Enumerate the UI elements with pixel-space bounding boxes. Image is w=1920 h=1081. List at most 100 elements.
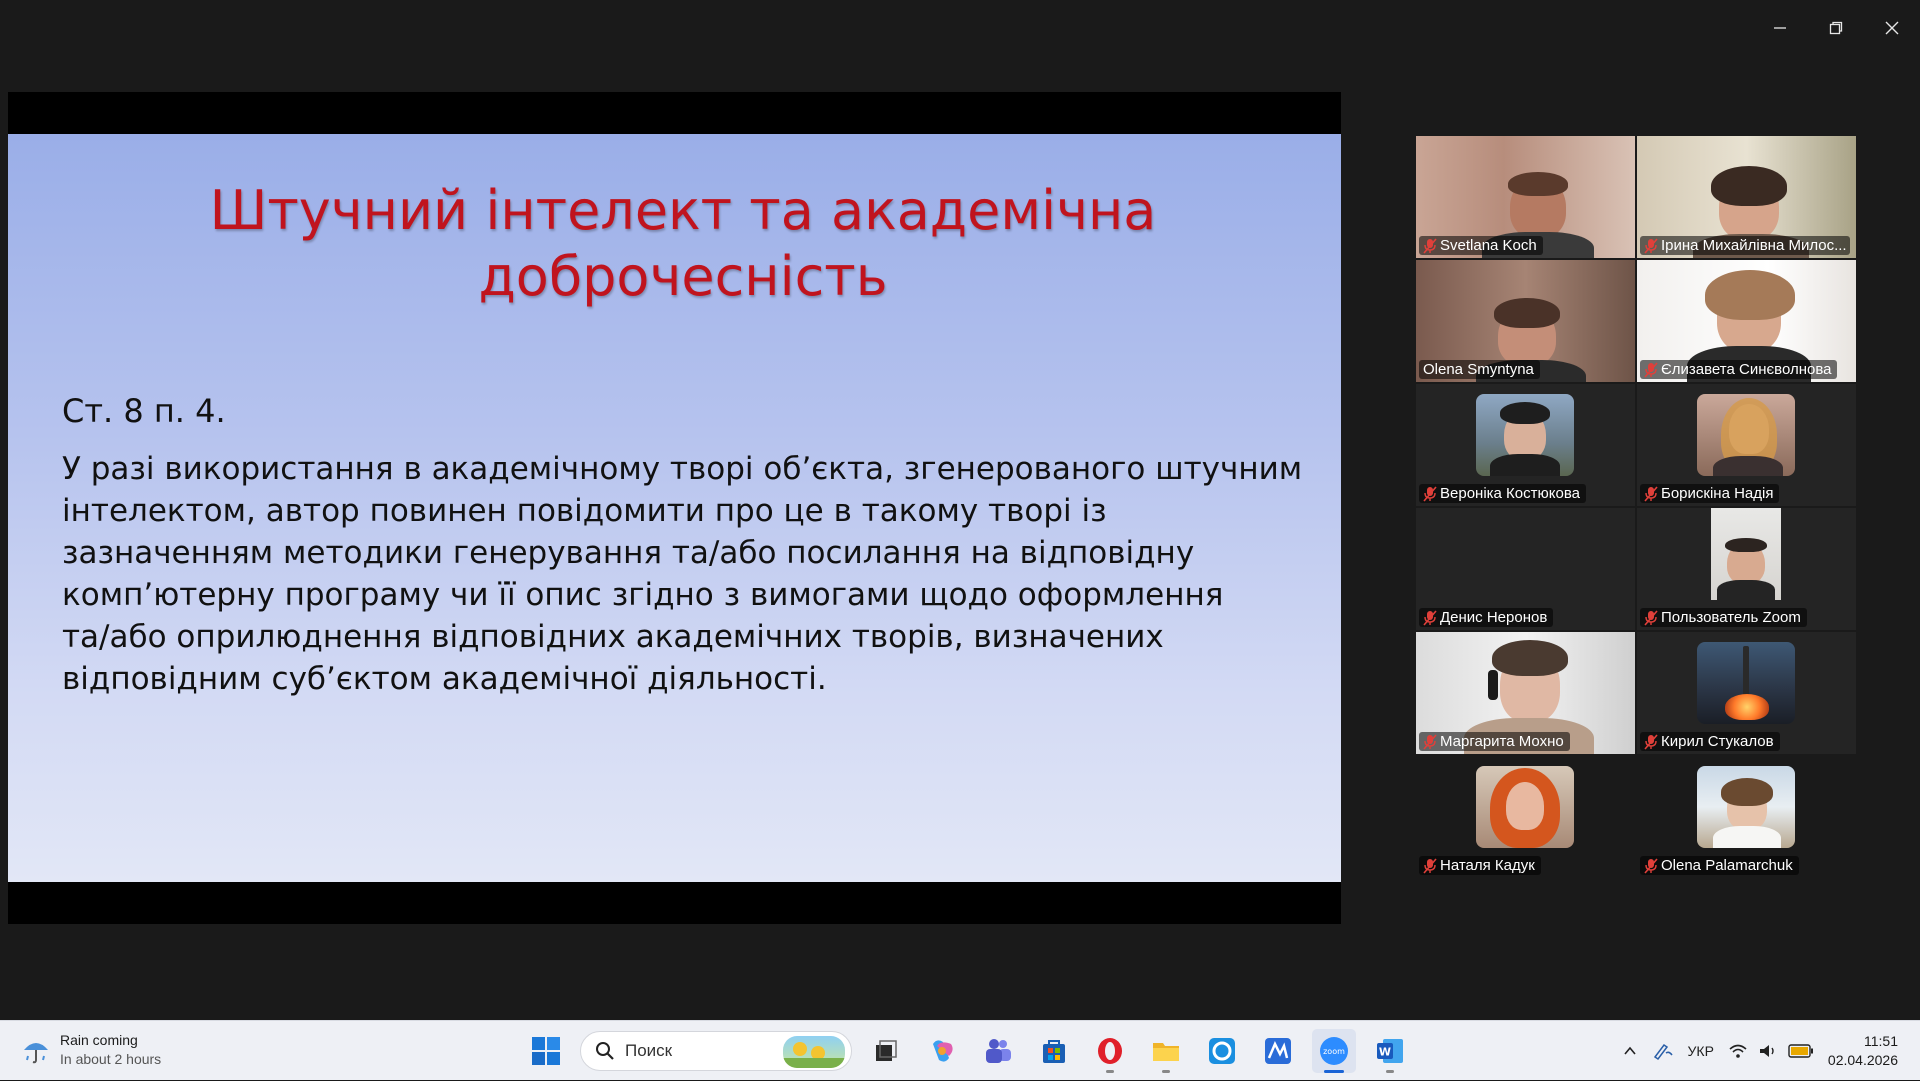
slide-body-line: відповідним суб’єктом академічної діяльн… — [62, 661, 827, 697]
slide-title-line-1: Штучний інтелект та академічна — [209, 179, 1157, 242]
zoom-app[interactable]: zoom — [1312, 1029, 1356, 1073]
slide-body-line: комп’ютерну програму чи її опис згідно з… — [62, 577, 1224, 613]
participant-tile[interactable]: Денис Неронов — [1416, 508, 1635, 630]
word-app[interactable]: W — [1368, 1029, 1412, 1073]
participant-name-plate: Вероніка Костюкова — [1419, 484, 1586, 503]
circle-app-icon — [1209, 1038, 1235, 1064]
mic-muted-icon — [1644, 485, 1658, 502]
restore-button[interactable] — [1808, 0, 1864, 56]
participant-name: Борискіна Надія — [1661, 485, 1774, 502]
participant-tile[interactable]: Єлизавета Синєволнова — [1637, 260, 1856, 382]
participant-video — [1476, 394, 1574, 476]
show-hidden-icons-button[interactable] — [1622, 1043, 1638, 1059]
weather-text: Rain coming In about 2 hours — [60, 1031, 161, 1069]
participant-tile[interactable]: Маргарита Мохно — [1416, 632, 1635, 754]
store-icon — [1043, 1040, 1065, 1063]
search-icon — [596, 1042, 614, 1060]
mic-muted-icon — [1423, 485, 1437, 502]
search-highlight-image — [783, 1036, 845, 1068]
participant-video — [1697, 642, 1795, 724]
slide-title: Штучний інтелект та академічна доброчесн… — [48, 178, 1318, 310]
participant-video — [1476, 766, 1574, 848]
taskbar-search[interactable]: Поиск — [580, 1031, 852, 1071]
participant-tile[interactable]: Борискіна Надія — [1637, 384, 1856, 506]
mic-muted-icon — [1423, 237, 1437, 254]
mic-muted-icon — [1644, 857, 1658, 874]
window-controls — [1752, 0, 1920, 56]
mathpix-app[interactable] — [1256, 1029, 1300, 1073]
cortana-app[interactable] — [1200, 1029, 1244, 1073]
participant-name-plate: Olena Palamarchuk — [1640, 856, 1799, 875]
participant-name-plate: Кирил Стукалов — [1640, 732, 1780, 751]
restore-icon — [1829, 21, 1843, 35]
fire-icon — [1725, 694, 1769, 720]
pen-icon — [1653, 1043, 1673, 1061]
file-explorer-app[interactable] — [1144, 1029, 1188, 1073]
participant-video — [1697, 766, 1795, 848]
mathpix-icon — [1265, 1038, 1291, 1064]
participant-tile[interactable]: Наталя Кадук — [1416, 756, 1635, 878]
task-view-icon — [876, 1040, 897, 1061]
svg-text:zoom: zoom — [1323, 1047, 1345, 1056]
participant-name-plate: Єлизавета Синєволнова — [1640, 360, 1838, 379]
participant-tile[interactable]: Olena Palamarchuk — [1637, 756, 1856, 878]
opera-icon — [1098, 1038, 1122, 1064]
folder-icon — [1153, 1043, 1179, 1061]
participant-name-plate: Маргарита Мохно — [1419, 732, 1570, 751]
participant-tile[interactable]: Кирил Стукалов — [1637, 632, 1856, 754]
mic-muted-icon — [1644, 609, 1658, 626]
participant-tile-active-speaker[interactable]: Olena Smyntyna — [1416, 260, 1635, 382]
copilot-icon — [933, 1040, 953, 1062]
network-volume-battery[interactable] — [1728, 1043, 1814, 1059]
clock-date: 02.04.2026 — [1827, 1052, 1898, 1068]
teams-app[interactable] — [976, 1029, 1020, 1073]
participant-tile[interactable]: Svetlana Koch — [1416, 136, 1635, 258]
slide-body: У разі використання в академічному творі… — [62, 448, 1312, 700]
participant-hair — [1721, 778, 1773, 806]
mic-muted-icon — [1644, 361, 1658, 378]
minimize-button[interactable] — [1752, 0, 1808, 56]
pen-menu-button[interactable] — [1652, 1041, 1674, 1061]
mic-muted-icon — [1423, 733, 1437, 750]
participant-body — [1717, 580, 1775, 600]
participant-name: Кирил Стукалов — [1661, 733, 1774, 750]
opera-app[interactable] — [1088, 1029, 1132, 1073]
battery-icon — [1788, 1044, 1813, 1058]
participant-name-plate: Денис Неронов — [1419, 608, 1554, 627]
teams-icon — [986, 1039, 1011, 1063]
copilot-app[interactable] — [920, 1029, 964, 1073]
wifi-icon — [1729, 1044, 1747, 1058]
close-button[interactable] — [1864, 0, 1920, 56]
slide-body-line: інтелектом, автор повинен повідомити про… — [62, 493, 1107, 529]
participant-name: Olena Palamarchuk — [1661, 857, 1793, 874]
participant-name-plate: Пользователь Zoom — [1640, 608, 1807, 627]
zoom-icon: zoom — [1320, 1037, 1348, 1065]
participant-name: Наталя Кадук — [1440, 857, 1535, 874]
task-view-button[interactable] — [864, 1029, 908, 1073]
participant-tile[interactable]: Ірина Михайлівна Милос... — [1637, 136, 1856, 258]
clock[interactable]: 11:51 02.04.2026 — [1828, 1032, 1898, 1070]
weather-widget[interactable]: Rain coming In about 2 hours — [20, 1031, 161, 1069]
slide-title-line-2: доброчесність — [478, 245, 888, 308]
participant-body — [1490, 454, 1560, 476]
close-icon — [1885, 21, 1899, 35]
participant-tile[interactable]: Вероніка Костюкова — [1416, 384, 1635, 506]
language-indicator[interactable]: УКР — [1688, 1043, 1714, 1059]
taskbar-apps: Поиск zoom W — [524, 1029, 1412, 1073]
participant-hat — [1500, 402, 1550, 424]
participant-tile[interactable]: Пользователь Zoom — [1637, 508, 1856, 630]
participant-name-plate: Наталя Кадук — [1419, 856, 1541, 875]
participant-video — [1697, 394, 1795, 476]
mic-muted-icon — [1423, 609, 1437, 626]
participant-name: Єлизавета Синєволнова — [1661, 361, 1832, 378]
store-app[interactable] — [1032, 1029, 1076, 1073]
participant-name-plate: Olena Smyntyna — [1419, 360, 1540, 379]
participant-hair — [1494, 298, 1560, 328]
search-placeholder: Поиск — [625, 1041, 673, 1060]
participant-hair — [1705, 270, 1795, 320]
slide-body-line: У разі використання в академічному творі… — [62, 451, 1303, 487]
shared-screen[interactable]: Штучний інтелект та академічна доброчесн… — [8, 92, 1341, 924]
minimize-icon — [1774, 27, 1786, 29]
slide-subtitle: Ст. 8 п. 4. — [62, 392, 226, 430]
start-button[interactable] — [524, 1029, 568, 1073]
